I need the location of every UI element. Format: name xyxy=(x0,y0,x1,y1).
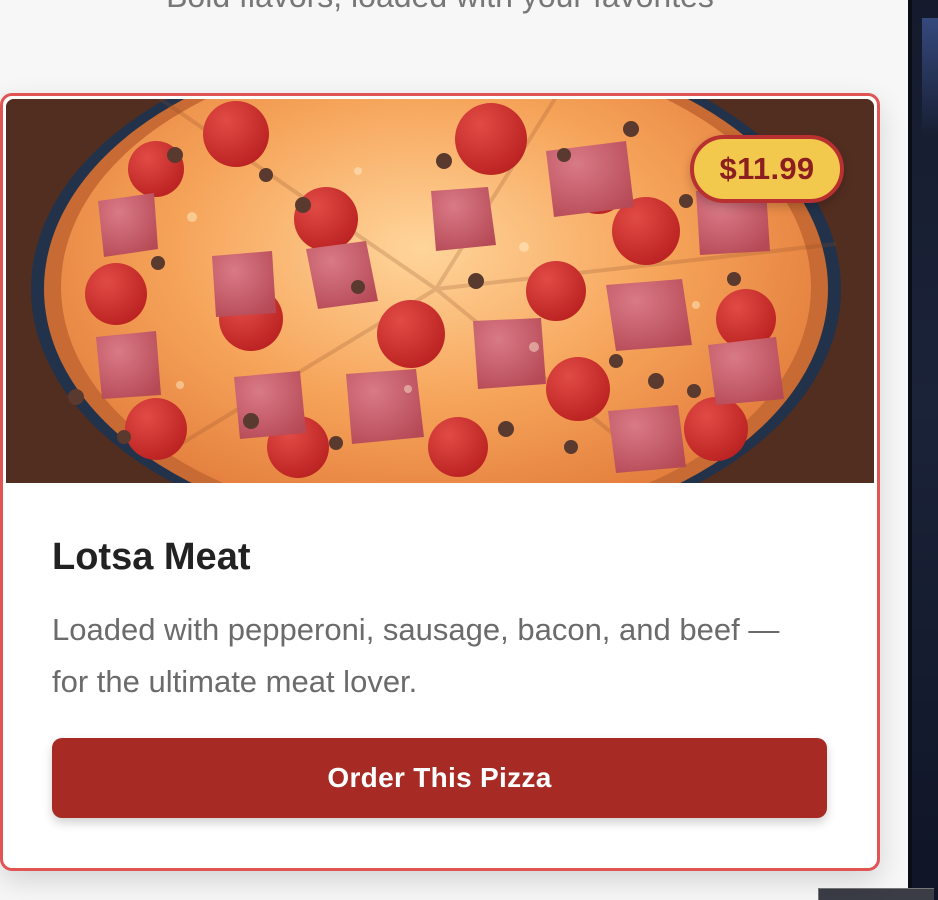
card-body: Lotsa Meat Loaded with pepperoni, sausag… xyxy=(52,534,827,708)
order-this-pizza-button[interactable]: Order This Pizza xyxy=(52,738,827,818)
page-subtitle: Bold flavors, loaded with your favorites xyxy=(0,0,880,16)
window-edge-glow xyxy=(922,18,938,138)
window-edge xyxy=(908,0,938,900)
page: Bold flavors, loaded with your favorites xyxy=(0,0,938,900)
pizza-name: Lotsa Meat xyxy=(52,536,251,578)
price-badge: $11.99 xyxy=(690,135,844,203)
bottom-tooltip-strip xyxy=(818,888,934,900)
pizza-card: $11.99 Lotsa Meat Loaded with pepperoni,… xyxy=(0,93,880,871)
pizza-image: $11.99 xyxy=(6,99,874,483)
pizza-description: Loaded with pepperoni, sausage, bacon, a… xyxy=(52,612,780,699)
